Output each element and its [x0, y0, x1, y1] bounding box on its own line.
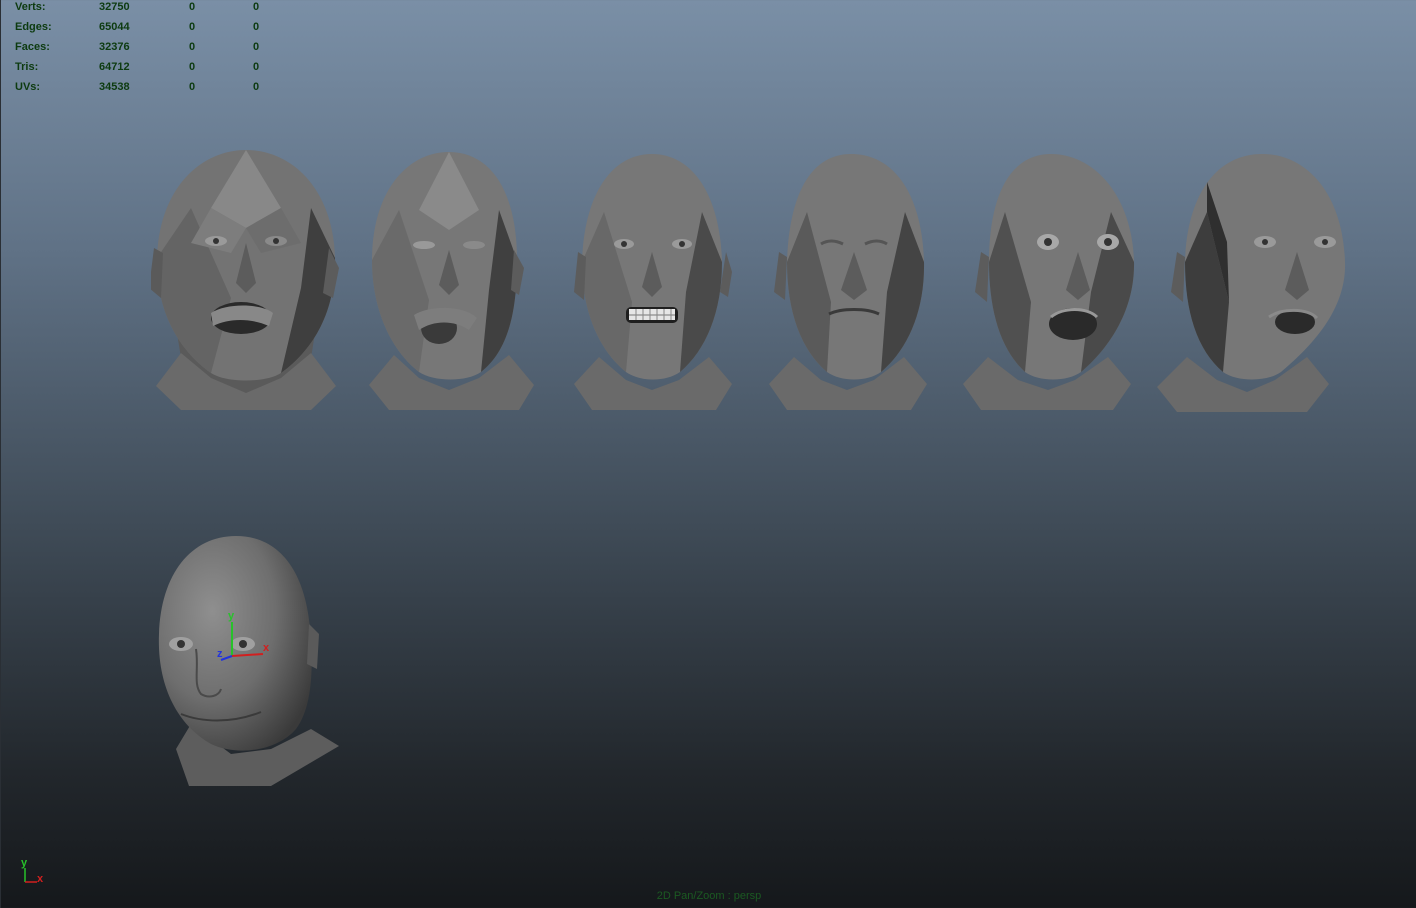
hud-row-edges: Edges: 65044 0 0 — [15, 20, 275, 40]
camera-status-text: 2D Pan/Zoom : persp — [656, 890, 762, 902]
hud-uv-count: 0 — [253, 1, 260, 13]
hud-label: Edges: — [15, 21, 52, 33]
hud-selected-count: 0 — [189, 21, 196, 33]
poly-count-hud: Verts: 32750 0 0 Edges: 65044 0 0 Faces:… — [15, 0, 275, 100]
hud-uv-count: 0 — [253, 21, 260, 33]
move-manipulator[interactable]: y x z — [213, 604, 275, 664]
hud-uv-count: 0 — [253, 61, 260, 73]
hud-uv-count: 0 — [253, 81, 260, 93]
hud-count: 34538 — [99, 81, 130, 93]
hud-row-faces: Faces: 32376 0 0 — [15, 40, 275, 60]
blendshape-head-4[interactable] — [769, 152, 929, 412]
hud-label: Faces: — [15, 41, 50, 53]
view-axis-indicator: y x — [21, 857, 44, 885]
hud-count: 32750 — [99, 1, 130, 13]
blendshape-head-5[interactable] — [963, 152, 1138, 412]
blendshape-head-6[interactable] — [1157, 152, 1349, 414]
manipulator-x-label: x — [263, 642, 270, 654]
manipulator-z-axis[interactable] — [220, 655, 233, 661]
hud-selected-count: 0 — [189, 1, 196, 13]
hud-row-verts: Verts: 32750 0 0 — [15, 0, 275, 20]
hud-count: 32376 — [99, 41, 130, 53]
hud-count: 65044 — [99, 21, 130, 33]
manipulator-y-label: y — [228, 610, 235, 622]
hud-row-uvs: UVs: 34538 0 0 — [15, 80, 275, 100]
hud-selected-count: 0 — [189, 61, 196, 73]
hud-count: 64712 — [99, 61, 130, 73]
hud-uv-count: 0 — [253, 41, 260, 53]
hud-row-tris: Tris: 64712 0 0 — [15, 60, 275, 80]
hud-selected-count: 0 — [189, 41, 196, 53]
hud-label: Verts: — [15, 1, 46, 13]
hud-label: Tris: — [15, 61, 39, 73]
manipulator-z-label: z — [217, 648, 223, 660]
view-x-label: x — [37, 873, 44, 885]
hud-selected-count: 0 — [189, 81, 196, 93]
blendshape-head-2[interactable] — [369, 150, 534, 412]
blendshape-head-1[interactable] — [151, 148, 341, 413]
blendshape-head-3[interactable] — [574, 152, 734, 412]
view-y-label: y — [21, 857, 28, 869]
3d-viewport[interactable]: Verts: 32750 0 0 Edges: 65044 0 0 Faces:… — [0, 0, 1416, 908]
hud-label: UVs: — [15, 81, 41, 93]
manipulator-x-axis[interactable] — [231, 653, 264, 657]
